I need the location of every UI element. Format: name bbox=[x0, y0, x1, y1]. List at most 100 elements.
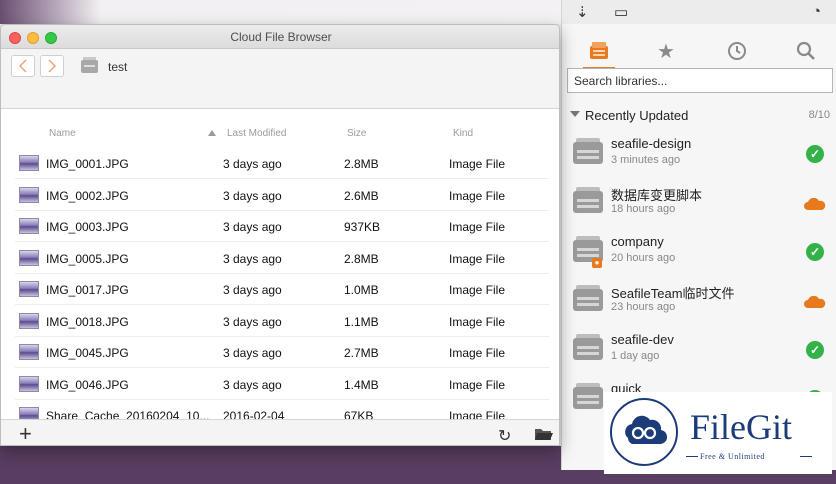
file-name: IMG_0045.JPG bbox=[46, 346, 129, 360]
library-name: 数据库变更脚本 bbox=[611, 188, 703, 203]
file-modified: 3 days ago bbox=[223, 283, 282, 297]
file-row[interactable]: IMG_0001.JPG 3 days ago 2.8MB Image File bbox=[15, 148, 549, 179]
library-repo-icon bbox=[573, 285, 603, 311]
image-file-icon bbox=[19, 344, 39, 360]
filegit-logo bbox=[610, 398, 678, 466]
file-modified: 3 days ago bbox=[223, 220, 282, 234]
library-updated-time: 3 minutes ago bbox=[611, 154, 681, 166]
library-repo-icon bbox=[573, 383, 603, 409]
image-file-icon bbox=[19, 218, 39, 234]
library-item[interactable]: seafile-design 3 minutes ago ✓ bbox=[562, 130, 836, 178]
file-kind: Image File bbox=[449, 220, 506, 234]
file-row[interactable]: IMG_0046.JPG 3 days ago 1.4MB Image File bbox=[15, 369, 549, 400]
open-folder-icon[interactable] bbox=[534, 427, 553, 441]
file-row[interactable]: IMG_0018.JPG 3 days ago 1.1MB Image File bbox=[15, 306, 549, 337]
file-modified: 3 days ago bbox=[223, 188, 282, 203]
library-item[interactable]: SeafileTeam临时文件 23 hours ago bbox=[562, 277, 836, 325]
file-row[interactable]: Share_Cache_20160204_10... 2016-02-04 67KB… bbox=[15, 400, 549, 420]
seafile-top-bar: ⇣ ▭ ◔ bbox=[562, 0, 836, 24]
library-item[interactable]: seafile-dev 1 day ago ✓ bbox=[562, 326, 836, 374]
history-icon bbox=[728, 42, 746, 60]
lock-icon: ● bbox=[592, 258, 602, 268]
tab-starred[interactable]: ★ bbox=[646, 34, 686, 68]
file-kind: Image File bbox=[449, 157, 506, 171]
file-size: 1.0MB bbox=[344, 283, 379, 297]
library-updated-time: 18 hours ago bbox=[611, 203, 676, 215]
seafile-tabs: ★ bbox=[562, 34, 836, 70]
section-count: 8/10 bbox=[808, 109, 830, 121]
navigation-toolbar: test bbox=[1, 49, 559, 109]
synced-check-icon: ✓ bbox=[806, 145, 824, 163]
file-name: IMG_0005.JPG bbox=[46, 251, 129, 266]
file-name: IMG_0001.JPG bbox=[46, 157, 129, 171]
tab-activity[interactable] bbox=[717, 34, 757, 68]
title-bar[interactable]: Cloud File Browser bbox=[1, 25, 559, 49]
cloud-logo-icon bbox=[625, 415, 668, 445]
sort-ascending-icon bbox=[208, 130, 216, 136]
column-header-kind[interactable]: Kind bbox=[453, 128, 473, 139]
breadcrumb[interactable]: test bbox=[108, 60, 127, 74]
file-row[interactable]: IMG_0045.JPG 3 days ago 2.7MB Image File bbox=[15, 337, 549, 368]
library-item[interactable]: 数据库变更脚本 18 hours ago bbox=[562, 179, 836, 227]
file-name: IMG_0046.JPG bbox=[46, 377, 129, 392]
library-repo-icon bbox=[573, 187, 603, 213]
library-repo-icon bbox=[573, 138, 603, 164]
file-modified: 3 days ago bbox=[223, 251, 282, 266]
tab-search[interactable] bbox=[786, 34, 826, 68]
file-list: Name Last Modified Size Kind IMG_0001.JP… bbox=[1, 110, 559, 420]
file-row[interactable]: IMG_0003.JPG 3 days ago 937KB Image File bbox=[15, 211, 549, 242]
library-icon bbox=[590, 42, 608, 59]
recently-updated-section[interactable]: Recently Updated 8/10 bbox=[570, 108, 830, 124]
image-file-icon bbox=[19, 186, 39, 203]
section-title: Recently Updated bbox=[585, 108, 689, 123]
folder-icon[interactable]: ▭ bbox=[614, 3, 628, 21]
filegit-watermark: FileGit Free & Unlimited bbox=[604, 392, 832, 474]
file-modified: 3 days ago bbox=[223, 377, 282, 392]
settings-icon[interactable]: ◔ bbox=[812, 3, 821, 20]
cloud-only-icon bbox=[804, 296, 826, 308]
file-row[interactable]: IMG_0005.JPG 3 days ago 2.8MB Image File bbox=[15, 243, 549, 274]
image-file-icon bbox=[19, 312, 39, 329]
column-header-size[interactable]: Size bbox=[347, 128, 366, 139]
file-name: IMG_0017.JPG bbox=[46, 283, 129, 297]
file-kind: Image File bbox=[449, 314, 506, 329]
file-row[interactable]: IMG_0002.JPG 3 days ago 2.6MB Image File bbox=[15, 180, 549, 211]
file-name: IMG_0002.JPG bbox=[46, 188, 129, 203]
file-kind: Image File bbox=[449, 251, 506, 266]
download-icon[interactable]: ⇣ bbox=[576, 3, 589, 21]
cloud-file-browser-window: Cloud File Browser test Name Last Modifi… bbox=[0, 24, 560, 446]
file-name: IMG_0003.JPG bbox=[46, 220, 129, 234]
file-size: 2.6MB bbox=[344, 188, 379, 203]
library-name: seafile-design bbox=[611, 136, 692, 151]
search-icon bbox=[796, 41, 815, 60]
refresh-icon[interactable]: ↻ bbox=[498, 426, 511, 445]
column-header-name[interactable]: Name bbox=[49, 128, 76, 139]
tab-libraries[interactable] bbox=[579, 34, 619, 70]
file-kind: Image File bbox=[449, 188, 506, 203]
image-file-icon bbox=[19, 281, 39, 297]
library-updated-time: 23 hours ago bbox=[611, 301, 676, 313]
library-item[interactable]: ● company 20 hours ago ✓ bbox=[562, 228, 836, 276]
add-icon[interactable]: + bbox=[19, 423, 32, 445]
tagline-rule-right bbox=[800, 456, 812, 457]
watermark-name: FileGit bbox=[690, 407, 793, 447]
library-repo-icon bbox=[573, 334, 603, 360]
chevron-right-icon bbox=[48, 59, 56, 73]
column-header-modified[interactable]: Last Modified bbox=[227, 128, 286, 139]
file-modified: 3 days ago bbox=[223, 346, 282, 360]
back-button[interactable] bbox=[11, 55, 35, 77]
library-icon bbox=[81, 57, 98, 73]
library-updated-time: 20 hours ago bbox=[611, 252, 676, 264]
library-updated-time: 1 day ago bbox=[611, 350, 660, 362]
file-kind: Image File bbox=[449, 377, 506, 392]
library-search-input[interactable]: Search libraries... bbox=[567, 68, 833, 93]
file-modified: 3 days ago bbox=[223, 314, 282, 329]
file-name: IMG_0018.JPG bbox=[46, 314, 129, 329]
forward-button[interactable] bbox=[40, 55, 64, 77]
file-size: 1.4MB bbox=[344, 377, 379, 392]
window-title: Cloud File Browser bbox=[230, 30, 332, 44]
file-kind: Image File bbox=[449, 346, 506, 360]
file-size: 2.8MB bbox=[344, 157, 379, 171]
collapse-triangle-icon[interactable] bbox=[570, 111, 580, 117]
file-row[interactable]: IMG_0017.JPG 3 days ago 1.0MB Image File bbox=[15, 274, 549, 305]
